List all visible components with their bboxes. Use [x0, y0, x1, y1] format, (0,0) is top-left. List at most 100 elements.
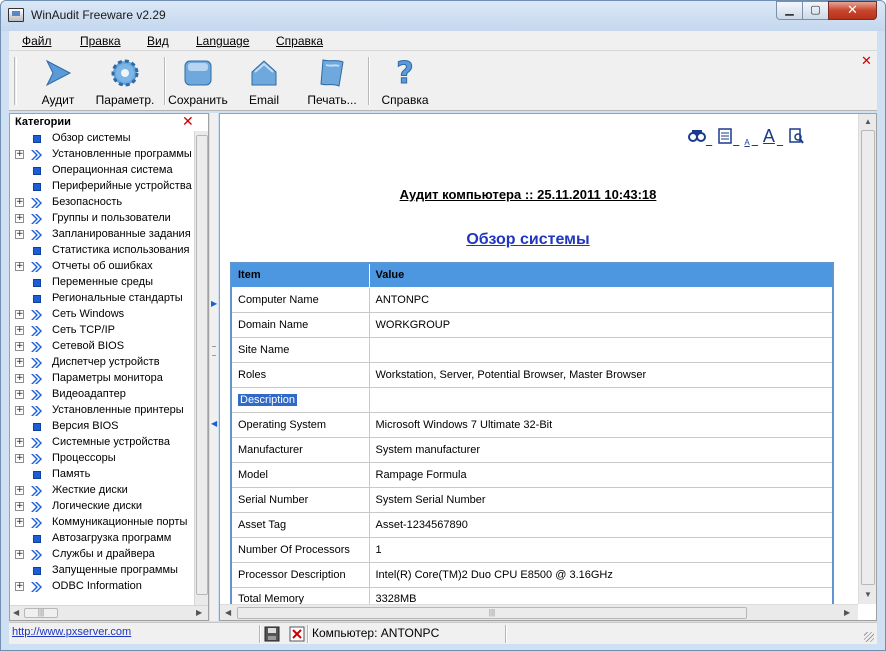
- expand-plus-icon[interactable]: +: [15, 454, 24, 463]
- category-item[interactable]: Обзор системы: [10, 131, 194, 147]
- table-row[interactable]: Operating System Microsoft Windows 7 Ulti…: [230, 411, 834, 438]
- scroll-up-arrow-icon[interactable]: ▲: [864, 117, 872, 126]
- table-row[interactable]: Asset Tag Asset-1234567890: [230, 511, 834, 538]
- table-row[interactable]: Model Rampage Formula: [230, 461, 834, 488]
- expand-plus-icon[interactable]: +: [15, 438, 24, 447]
- table-row[interactable]: Serial Number System Serial Number: [230, 486, 834, 513]
- category-item[interactable]: + Безопасность: [10, 195, 194, 211]
- category-item[interactable]: Статистика использования: [10, 243, 194, 259]
- scroll-down-arrow-icon[interactable]: ▼: [864, 590, 872, 599]
- category-item[interactable]: + Диспетчер устройств: [10, 355, 194, 371]
- table-row[interactable]: Number Of Processors 1: [230, 536, 834, 563]
- category-item[interactable]: + Сеть TCP/IP: [10, 323, 194, 339]
- expand-plus-icon[interactable]: +: [15, 390, 24, 399]
- category-item[interactable]: + Коммуникационные порты: [10, 515, 194, 531]
- category-item[interactable]: + Отчеты об ошибках: [10, 259, 194, 275]
- print-preview-icon[interactable]: [788, 128, 804, 144]
- toolbar-close-icon[interactable]: ✕: [861, 53, 872, 69]
- save-status-icon[interactable]: [264, 626, 280, 642]
- expand-plus-icon[interactable]: +: [15, 406, 24, 415]
- categories-vertical-scrollbar[interactable]: [194, 131, 208, 605]
- scroll-right-arrow-icon[interactable]: ▶: [196, 608, 202, 617]
- menu-view[interactable]: Вид: [147, 34, 169, 48]
- table-row[interactable]: Manufacturer System manufacturer: [230, 436, 834, 463]
- report-vscroll-thumb[interactable]: [861, 130, 875, 585]
- table-row[interactable]: Description: [230, 386, 834, 413]
- category-item[interactable]: + Установленные принтеры: [10, 403, 194, 419]
- menu-help[interactable]: Справка: [276, 34, 323, 48]
- expand-plus-icon[interactable]: +: [15, 518, 24, 527]
- expand-plus-icon[interactable]: +: [15, 358, 24, 367]
- section-title-link[interactable]: Обзор системы: [220, 231, 836, 249]
- categories-horizontal-scrollbar[interactable]: ◀ ||| ▶: [10, 605, 208, 620]
- expand-plus-icon[interactable]: +: [15, 230, 24, 239]
- category-item[interactable]: Переменные среды: [10, 275, 194, 291]
- font-larger-icon[interactable]: A: [763, 126, 775, 147]
- scroll-left-arrow-icon[interactable]: ◀: [225, 608, 231, 617]
- menu-edit[interactable]: Правка: [80, 34, 121, 48]
- expand-plus-icon[interactable]: +: [15, 214, 24, 223]
- print-button[interactable]: Печать...: [304, 55, 360, 109]
- help-button[interactable]: ? Справка: [379, 55, 431, 109]
- close-button[interactable]: ✕: [828, 1, 877, 20]
- splitter-left-arrow-icon[interactable]: ◀: [211, 419, 217, 428]
- category-item[interactable]: + Жесткие диски: [10, 483, 194, 499]
- report-horizontal-scrollbar[interactable]: ◀ ||| ▶: [220, 604, 858, 620]
- expand-plus-icon[interactable]: +: [15, 342, 24, 351]
- categories-close-icon[interactable]: ✕: [182, 113, 194, 130]
- category-item[interactable]: + Системные устройства: [10, 435, 194, 451]
- table-row[interactable]: Domain Name WORKGROUP: [230, 311, 834, 338]
- table-row[interactable]: Site Name: [230, 336, 834, 363]
- category-item[interactable]: + Параметры монитора: [10, 371, 194, 387]
- font-smaller-icon[interactable]: A: [744, 138, 749, 147]
- category-item[interactable]: Запущенные программы: [10, 563, 194, 579]
- email-button[interactable]: Email: [241, 55, 287, 109]
- save-button[interactable]: Сохранить: [167, 55, 229, 109]
- category-item[interactable]: Операционная система: [10, 163, 194, 179]
- stop-cancel-icon[interactable]: [289, 626, 305, 642]
- website-link[interactable]: http://www.pxserver.com: [12, 626, 131, 638]
- menu-file[interactable]: Файл: [22, 34, 52, 48]
- table-row[interactable]: Computer Name ANTONPC: [230, 286, 834, 313]
- expand-plus-icon[interactable]: +: [15, 486, 24, 495]
- toolbar-grip[interactable]: [14, 57, 17, 105]
- settings-button[interactable]: Параметр.: [89, 55, 161, 109]
- table-row[interactable]: Processor Description Intel(R) Core(TM)2 …: [230, 561, 834, 588]
- category-item[interactable]: + Запланированные задания: [10, 227, 194, 243]
- expand-plus-icon[interactable]: +: [15, 502, 24, 511]
- category-item[interactable]: + Сеть Windows: [10, 307, 194, 323]
- title-bar[interactable]: WinAudit Freeware v2.29 ▁ ▢ ✕: [1, 1, 885, 31]
- splitter-right-arrow-icon[interactable]: ▶: [211, 299, 217, 308]
- expand-plus-icon[interactable]: +: [15, 582, 24, 591]
- category-item[interactable]: Периферийные устройства: [10, 179, 194, 195]
- expand-plus-icon[interactable]: +: [15, 198, 24, 207]
- category-item[interactable]: + Установленные программы: [10, 147, 194, 163]
- maximize-button[interactable]: ▢: [802, 1, 829, 20]
- categories-vscroll-thumb[interactable]: [196, 135, 208, 595]
- audit-button[interactable]: Аудит: [33, 55, 83, 109]
- category-item[interactable]: + Службы и драйвера: [10, 547, 194, 563]
- page-view-icon[interactable]: [717, 128, 733, 144]
- table-row[interactable]: Total Memory 3328MB: [230, 586, 834, 604]
- category-item[interactable]: Версия BIOS: [10, 419, 194, 435]
- resize-grip[interactable]: [864, 632, 874, 642]
- category-item[interactable]: Автозагрузка программ: [10, 531, 194, 547]
- category-item[interactable]: + ODBC Information: [10, 579, 194, 595]
- category-item[interactable]: + Процессоры: [10, 451, 194, 467]
- table-row[interactable]: Roles Workstation, Server, Potential Brow…: [230, 361, 834, 388]
- expand-plus-icon[interactable]: +: [15, 374, 24, 383]
- category-item[interactable]: + Группы и пользователи: [10, 211, 194, 227]
- scroll-right-arrow-icon[interactable]: ▶: [844, 608, 850, 617]
- category-item[interactable]: + Сетевой BIOS: [10, 339, 194, 355]
- panel-splitter[interactable]: ▶ ◀: [210, 113, 218, 621]
- category-item[interactable]: + Видеоадаптер: [10, 387, 194, 403]
- scroll-left-arrow-icon[interactable]: ◀: [13, 608, 19, 617]
- report-vertical-scrollbar[interactable]: ▲ ▼: [858, 114, 876, 604]
- expand-plus-icon[interactable]: +: [15, 550, 24, 559]
- expand-plus-icon[interactable]: +: [15, 310, 24, 319]
- expand-plus-icon[interactable]: +: [15, 262, 24, 271]
- menu-language[interactable]: Language: [196, 34, 249, 48]
- minimize-button[interactable]: ▁: [776, 1, 803, 20]
- categories-hscroll-thumb[interactable]: |||: [24, 608, 58, 618]
- expand-plus-icon[interactable]: +: [15, 150, 24, 159]
